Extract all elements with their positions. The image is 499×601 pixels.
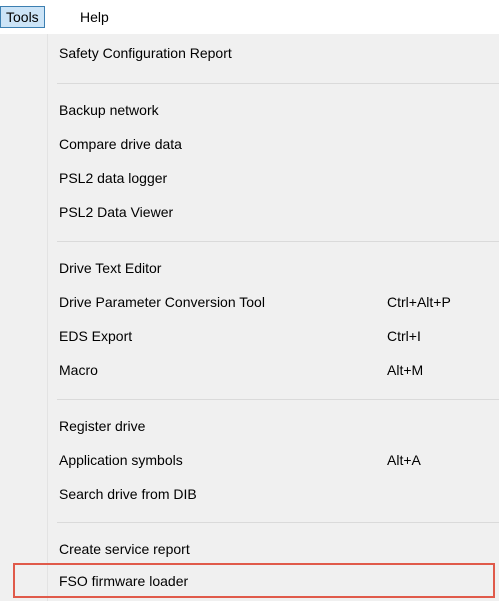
menu-item-macro[interactable]: Macro Alt+M: [47, 353, 499, 387]
menu-item-application-symbols[interactable]: Application symbols Alt+A: [47, 443, 499, 477]
menu-item-label: Safety Configuration Report: [59, 45, 232, 61]
menu-item-psl2-data-logger[interactable]: PSL2 data logger: [47, 161, 499, 195]
menu-item-drive-parameter-conversion-tool[interactable]: Drive Parameter Conversion Tool Ctrl+Alt…: [47, 285, 499, 319]
menu-item-register-drive[interactable]: Register drive: [47, 409, 499, 443]
menu-item-label: Backup network: [59, 102, 159, 118]
menu-separator: [57, 399, 499, 400]
menu-tools[interactable]: Tools: [0, 6, 45, 28]
menu-item-shortcut: Ctrl+Alt+P: [387, 294, 451, 310]
menu-item-drive-text-editor[interactable]: Drive Text Editor: [47, 251, 499, 285]
menu-item-label: Macro: [59, 362, 98, 378]
menu-item-psl2-data-viewer[interactable]: PSL2 Data Viewer: [47, 195, 499, 229]
menu-icon-gutter: [0, 34, 48, 601]
menu-separator: [57, 241, 499, 242]
menu-help[interactable]: Help: [74, 6, 115, 28]
menu-bar: Tools Help: [0, 0, 499, 34]
tools-dropdown-menu: Safety Configuration Report Backup netwo…: [0, 34, 499, 601]
menu-item-shortcut: Alt+A: [387, 452, 421, 468]
menu-item-compare-drive-data[interactable]: Compare drive data: [47, 127, 499, 161]
menu-item-label: Search drive from DIB: [59, 486, 197, 502]
menu-item-shortcut: Ctrl+I: [387, 328, 421, 344]
menu-item-create-service-report[interactable]: Create service report: [47, 532, 499, 566]
menu-item-label: FSO firmware loader: [59, 573, 189, 589]
menu-item-label: Drive Text Editor: [59, 260, 162, 276]
menu-item-label: Drive Parameter Conversion Tool: [59, 294, 265, 310]
menu-item-label: Application symbols: [59, 452, 183, 468]
menu-item-safety-configuration-report[interactable]: Safety Configuration Report: [47, 36, 499, 70]
menu-item-label: PSL2 data logger: [59, 170, 168, 186]
menu-item-eds-export[interactable]: EDS Export Ctrl+I: [47, 319, 499, 353]
menu-separator: [57, 522, 499, 523]
menu-item-label: Register drive: [59, 418, 146, 434]
menu-separator: [57, 83, 499, 84]
menu-item-label: PSL2 Data Viewer: [59, 204, 174, 220]
menu-item-shortcut: Alt+M: [387, 362, 424, 378]
menu-item-backup-network[interactable]: Backup network: [47, 93, 499, 127]
menu-item-search-drive-from-dib[interactable]: Search drive from DIB: [47, 477, 499, 511]
menu-item-label: Create service report: [59, 541, 190, 557]
menu-item-fso-firmware-loader[interactable]: FSO firmware loader: [47, 564, 499, 598]
menu-item-label: EDS Export: [59, 328, 133, 344]
menu-item-label: Compare drive data: [59, 136, 182, 152]
